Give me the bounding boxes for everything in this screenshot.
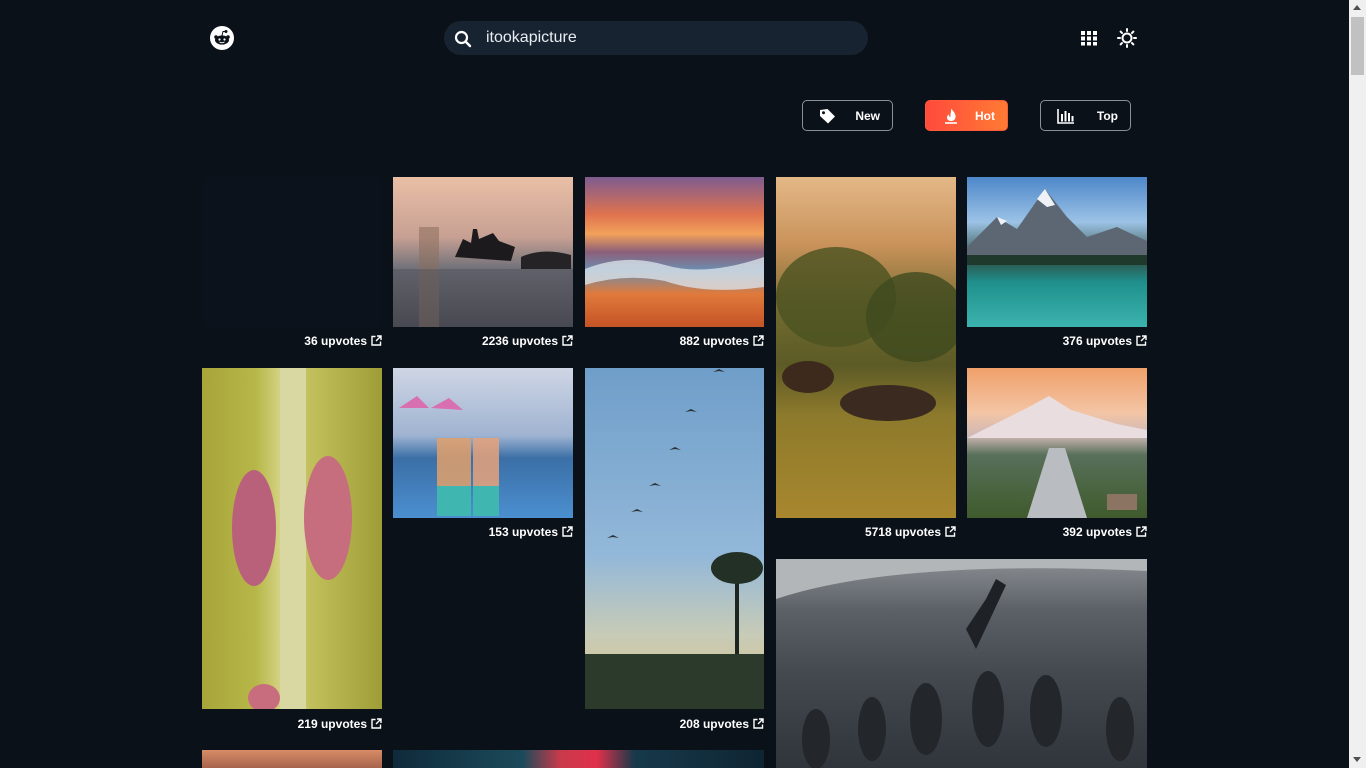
post-image-underwater-diver[interactable] <box>776 559 1147 768</box>
sort-top-label: Top <box>1096 109 1118 123</box>
upvote-count: 2236 upvotes <box>481 334 558 348</box>
post-image-cocktails[interactable] <box>393 368 573 518</box>
post-image-red-fish-partial[interactable] <box>393 750 764 768</box>
post-caption[interactable]: 219 upvotes <box>202 717 382 731</box>
post-image-mountain-lake[interactable] <box>967 177 1147 327</box>
scrollbar-thumb[interactable] <box>1351 17 1364 75</box>
upvote-count: 5718 upvotes <box>864 525 941 539</box>
sort-hot-button[interactable]: Hot <box>925 100 1008 131</box>
sun-icon[interactable] <box>1117 28 1137 48</box>
sort-new-button[interactable]: New <box>802 100 893 131</box>
tag-icon <box>820 109 835 124</box>
post-image-caterpillars[interactable] <box>202 368 382 709</box>
scroll-up-arrow-icon[interactable] <box>1353 5 1361 10</box>
post-caption[interactable]: 36 upvotes <box>202 334 382 348</box>
post-caption[interactable]: 5718 upvotes <box>776 525 956 539</box>
post-caption[interactable]: 153 upvotes <box>393 525 573 539</box>
external-link-icon[interactable] <box>371 335 382 346</box>
external-link-icon[interactable] <box>562 526 573 537</box>
search-bar[interactable] <box>444 21 868 55</box>
post-image-sunset-partial[interactable] <box>202 750 382 768</box>
post-image-palms-birds[interactable] <box>585 368 764 709</box>
upvote-count: 153 upvotes <box>488 525 558 539</box>
scroll-down-arrow-icon[interactable] <box>1353 757 1361 762</box>
external-link-icon[interactable] <box>753 718 764 729</box>
reddit-logo-icon[interactable] <box>210 26 234 50</box>
post-caption[interactable]: 882 upvotes <box>585 334 764 348</box>
upvote-count: 219 upvotes <box>297 717 367 731</box>
post-caption[interactable]: 208 upvotes <box>585 717 764 731</box>
post-image-mountain-town[interactable] <box>967 368 1147 518</box>
external-link-icon[interactable] <box>371 718 382 729</box>
post-caption[interactable]: 392 upvotes <box>967 525 1147 539</box>
post-image-shipwreck[interactable] <box>393 177 573 327</box>
external-link-icon[interactable] <box>1136 335 1147 346</box>
sort-new-label: New <box>855 109 880 123</box>
external-link-icon[interactable] <box>1136 526 1147 537</box>
upvote-count: 882 upvotes <box>679 334 749 348</box>
upvote-count: 392 upvotes <box>1062 525 1132 539</box>
external-link-icon[interactable] <box>945 526 956 537</box>
external-link-icon[interactable] <box>753 335 764 346</box>
grid-icon[interactable] <box>1080 29 1098 47</box>
fire-icon <box>945 108 957 124</box>
post-image-bison-meadow[interactable] <box>776 177 956 518</box>
upvote-count: 208 upvotes <box>679 717 749 731</box>
post-caption[interactable]: 2236 upvotes <box>393 334 573 348</box>
search-icon <box>454 30 472 48</box>
upvote-count: 36 upvotes <box>304 334 367 348</box>
post-image-dark[interactable] <box>202 177 382 327</box>
sort-top-button[interactable]: Top <box>1040 100 1131 131</box>
sort-hot-label: Hot <box>975 109 995 123</box>
page-scrollbar[interactable] <box>1349 0 1366 768</box>
upvote-count: 376 upvotes <box>1062 334 1132 348</box>
post-caption[interactable]: 376 upvotes <box>967 334 1147 348</box>
post-image-sunset-wave[interactable] <box>585 177 764 327</box>
external-link-icon[interactable] <box>562 335 573 346</box>
search-input[interactable] <box>486 21 856 55</box>
bar-chart-icon <box>1057 109 1074 124</box>
